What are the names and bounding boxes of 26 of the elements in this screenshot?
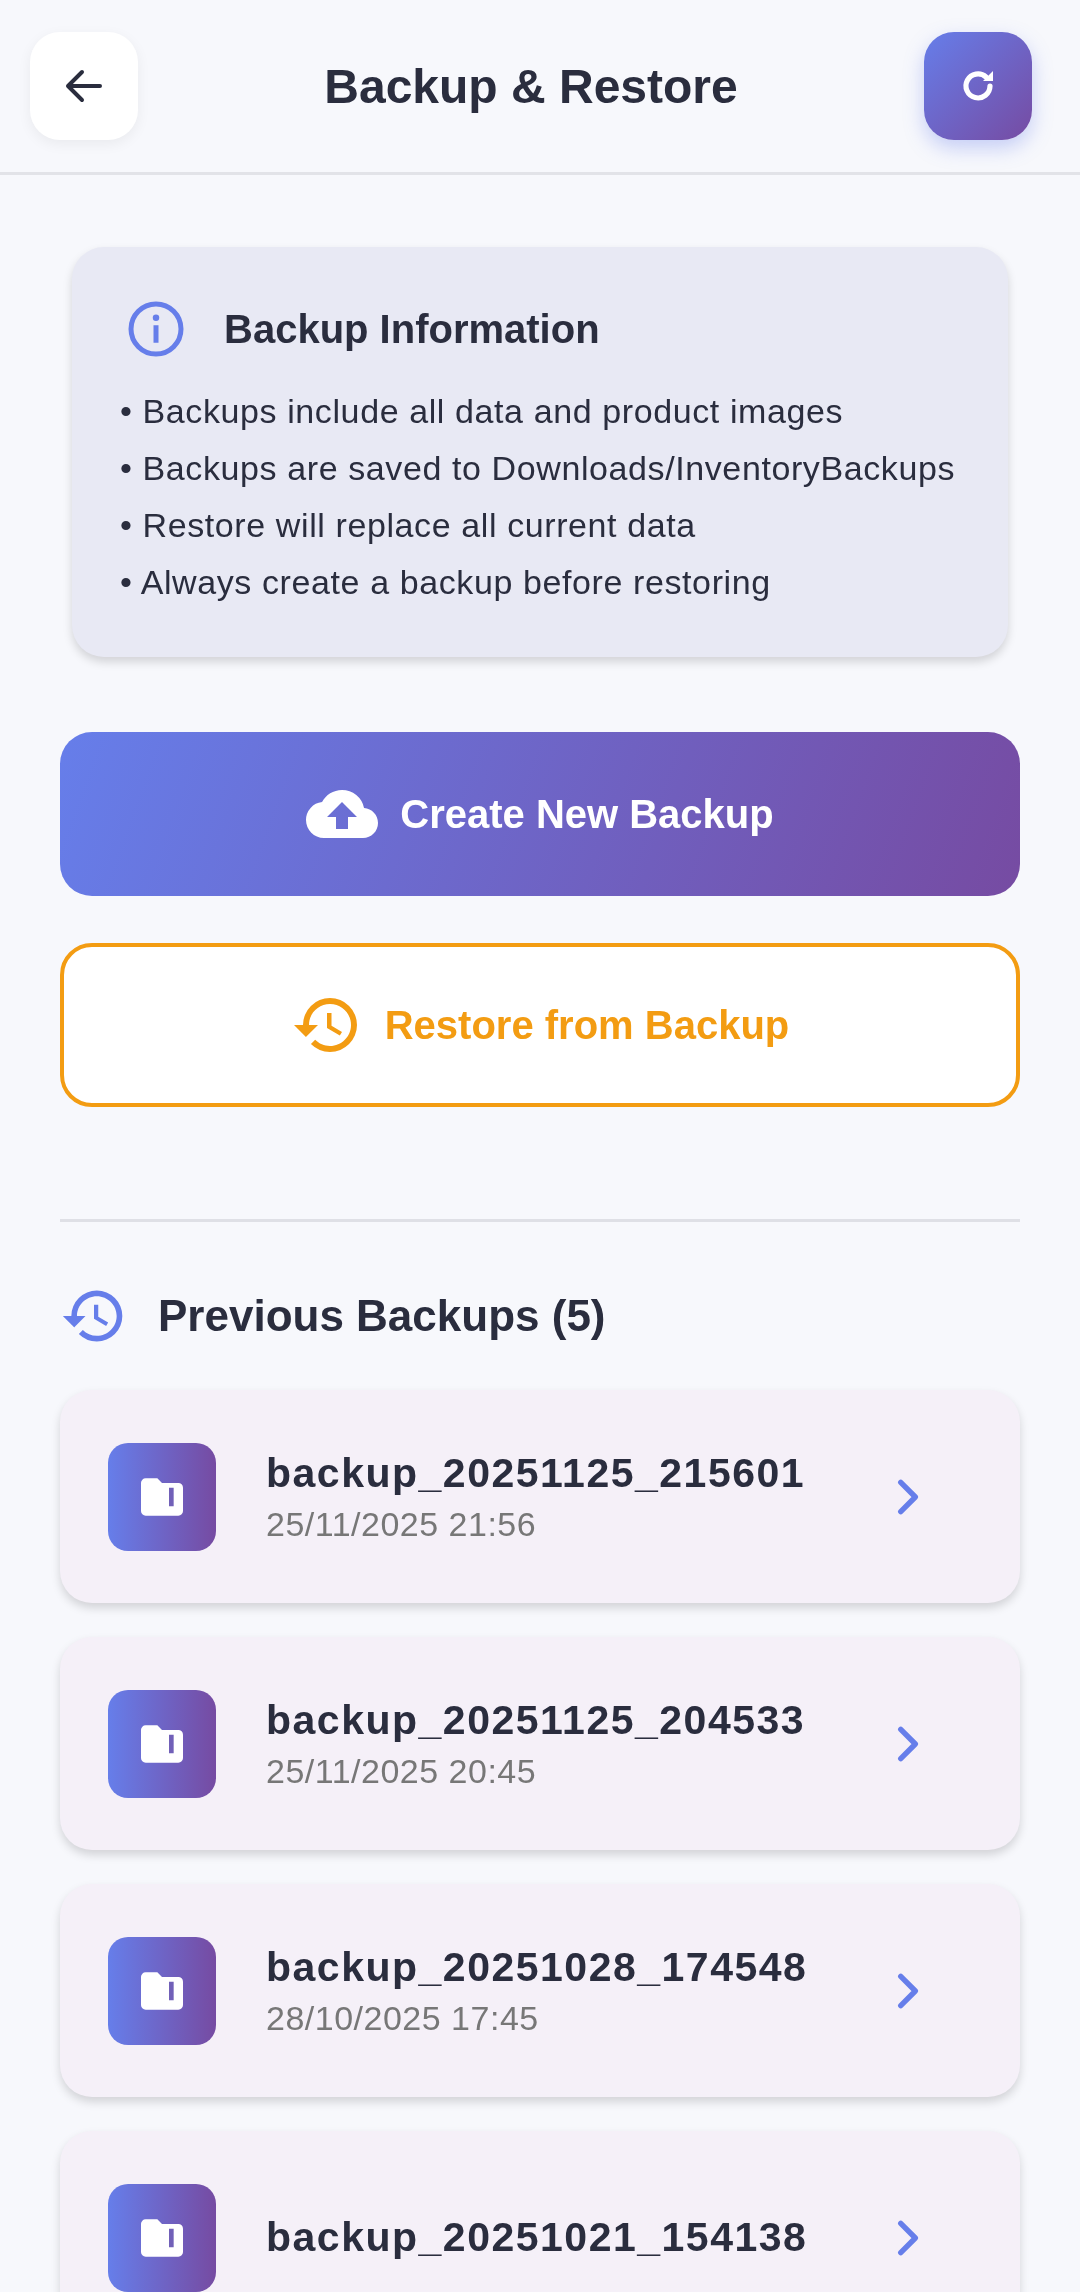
archive-folder-icon: [108, 2183, 216, 2292]
section-title: Previous Backups (5): [158, 1291, 606, 1341]
archive-folder-icon: [108, 1689, 216, 1798]
page-title: Backup & Restore: [324, 58, 738, 114]
archive-folder-icon: [108, 1936, 216, 2045]
backup-date: 25/11/2025 20:45: [266, 1751, 538, 1791]
back-button[interactable]: [30, 32, 138, 140]
backup-name: backup_20251028_174548: [266, 1943, 809, 1991]
backup-item[interactable]: backup_20251125_204533 25/11/2025 20:45: [60, 1637, 1020, 1850]
info-text: • Always create a backup before restoring: [120, 562, 772, 603]
backup-name: backup_20251021_154138: [266, 2214, 809, 2261]
create-backup-button[interactable]: Create New Backup: [60, 732, 1020, 896]
backup-name: backup_20251125_215601: [266, 1449, 807, 1497]
backup-item[interactable]: backup_20251021_154138: [60, 2131, 1020, 2292]
info-text: • Restore will replace all current data: [120, 505, 697, 546]
backup-date: 28/10/2025 17:45: [266, 1998, 540, 2038]
backup-date: 25/11/2025 21:56: [266, 1504, 538, 1544]
refresh-button[interactable]: [924, 32, 1032, 140]
info-text: • Backups are saved to Downloads/InventoryBackups: [120, 448, 957, 489]
info-icon: [126, 299, 186, 359]
archive-folder-icon: [108, 1442, 216, 1551]
info-text: • Backups include all data and product images: [120, 391, 845, 432]
backup-item[interactable]: backup_20251125_215601 25/11/2025 21:56: [60, 1390, 1020, 1603]
backup-item[interactable]: backup_20251028_174548 28/10/2025 17:45: [60, 1884, 1020, 2097]
backup-name: backup_20251125_204533: [266, 1696, 807, 1744]
info-title: Backup Information: [224, 306, 600, 352]
